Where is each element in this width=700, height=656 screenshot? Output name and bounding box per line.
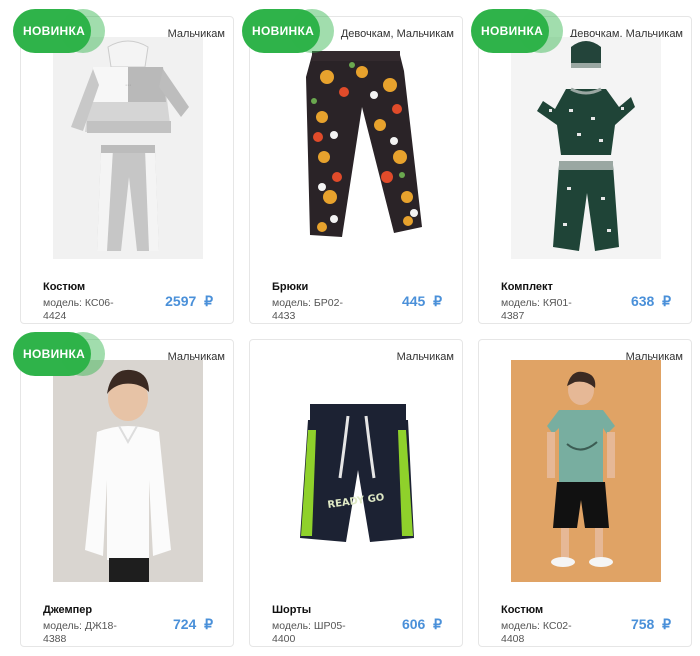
pants-image bbox=[306, 51, 422, 237]
price-value: 638 bbox=[630, 293, 655, 309]
product-grid: НОВИНКА Мальчикам ⋯ Костюм модель: КС06-… bbox=[0, 0, 700, 656]
product-model: модель: КС06-4424 bbox=[43, 297, 114, 322]
product-name[interactable]: Костюм bbox=[501, 604, 543, 616]
product-price: 638 ₽ bbox=[631, 293, 671, 310]
product-image[interactable] bbox=[511, 360, 661, 582]
product-card[interactable]: НОВИНКА Мальчикам ⋯ Костюм модель: КС06-… bbox=[13, 9, 234, 324]
product-image[interactable] bbox=[53, 360, 203, 582]
new-badge: НОВИНКА bbox=[13, 332, 105, 376]
product-card[interactable]: НОВИНКА Девочкам, Мальчикам bbox=[242, 9, 463, 324]
product-price: 758 ₽ bbox=[631, 616, 671, 633]
product-card[interactable]: НОВИНКА Девочкам, Мальчикам bbox=[471, 9, 692, 324]
product-model: модель: ШР05-4400 bbox=[272, 620, 346, 645]
product-name[interactable]: Джемпер bbox=[43, 604, 92, 616]
product-image[interactable] bbox=[282, 37, 432, 259]
currency-symbol: ₽ bbox=[433, 616, 442, 632]
product-image[interactable]: READY GO bbox=[282, 360, 432, 582]
product-image[interactable] bbox=[511, 37, 661, 259]
price-value: 724 bbox=[172, 616, 197, 632]
product-model: модель: КС02-4408 bbox=[501, 620, 572, 645]
product-model: модель: КЯ01-4387 bbox=[501, 297, 572, 322]
baby-set-image bbox=[537, 41, 635, 251]
currency-symbol: ₽ bbox=[662, 293, 671, 309]
svg-text:⋯: ⋯ bbox=[125, 82, 131, 89]
tracksuit-image: ⋯ bbox=[71, 40, 189, 251]
product-image[interactable]: ⋯ bbox=[53, 37, 203, 259]
product-card[interactable]: Мальчикам READY GO Шорты модель: ШР05-44… bbox=[249, 339, 463, 647]
boy-jumper-image bbox=[53, 360, 203, 582]
product-card[interactable]: НОВИНКА Мальчикам Джемпер модель: ДЖ18-4… bbox=[13, 332, 234, 647]
new-badge: НОВИНКА bbox=[471, 9, 563, 53]
price-value: 606 bbox=[401, 616, 426, 632]
product-price: 606 ₽ bbox=[402, 616, 442, 633]
product-name[interactable]: Шорты bbox=[272, 604, 311, 616]
product-price: 724 ₽ bbox=[173, 616, 213, 633]
currency-symbol: ₽ bbox=[433, 293, 442, 309]
product-name[interactable]: Комплект bbox=[501, 281, 553, 293]
new-badge: НОВИНКА bbox=[242, 9, 334, 53]
boy-suit-image bbox=[511, 360, 661, 582]
currency-symbol: ₽ bbox=[204, 293, 213, 309]
price-value: 2597 bbox=[165, 293, 197, 309]
product-name[interactable]: Костюм bbox=[43, 281, 85, 293]
currency-symbol: ₽ bbox=[662, 616, 671, 632]
price-value: 445 bbox=[401, 293, 426, 309]
price-value: 758 bbox=[630, 616, 655, 632]
shorts-image: READY GO bbox=[300, 404, 414, 542]
product-name[interactable]: Брюки bbox=[272, 281, 308, 293]
product-card[interactable]: Мальчикам Костюм модель: КС02-4408 758 ₽ bbox=[478, 339, 692, 647]
product-price: 445 ₽ bbox=[402, 293, 442, 310]
currency-symbol: ₽ bbox=[204, 616, 213, 632]
product-price: 2597 ₽ bbox=[165, 293, 213, 310]
product-model: модель: ДЖ18-4388 bbox=[43, 620, 117, 645]
product-model: модель: БР02-4433 bbox=[272, 297, 343, 322]
new-badge: НОВИНКА bbox=[13, 9, 105, 53]
